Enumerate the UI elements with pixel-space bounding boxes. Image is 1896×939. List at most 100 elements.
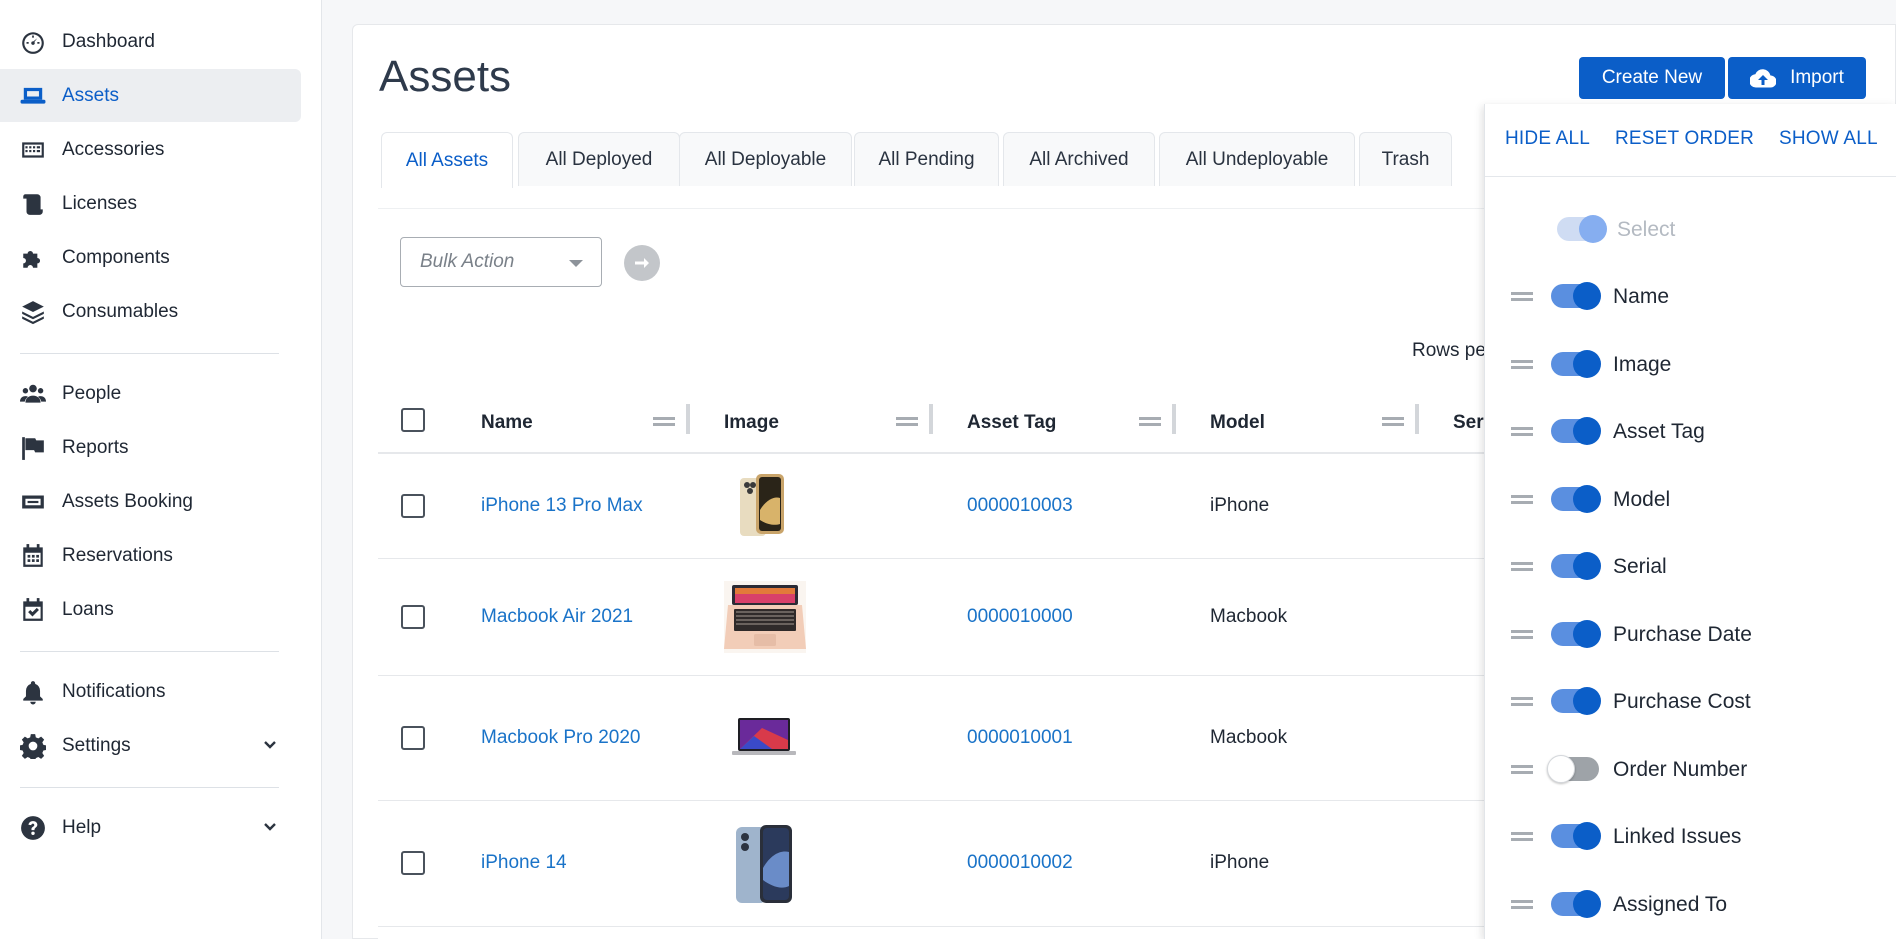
column-header-image[interactable]: Image: [724, 412, 779, 434]
column-toggle[interactable]: [1551, 890, 1601, 918]
hide-all-button[interactable]: HIDE ALL: [1505, 128, 1590, 150]
column-toggle[interactable]: [1551, 687, 1601, 715]
select-all-checkbox[interactable]: [401, 408, 425, 432]
column-toggle: [1557, 215, 1607, 243]
column-toggle[interactable]: [1551, 282, 1601, 310]
row-checkbox[interactable]: [401, 851, 425, 875]
column-drag-handle[interactable]: [1139, 412, 1163, 428]
column-header-serial[interactable]: Ser: [1453, 412, 1484, 434]
sidebar-item-label: Help: [62, 816, 102, 838]
tab-all-undeployable[interactable]: All Undeployable: [1159, 132, 1355, 186]
drag-handle-icon[interactable]: [1511, 899, 1533, 911]
asset-name-link[interactable]: Macbook Air 2021: [481, 606, 633, 628]
column-drag-handle[interactable]: [1382, 412, 1406, 428]
drag-handle-icon[interactable]: [1511, 426, 1533, 438]
rows-per-page-label: Rows pe: [1412, 340, 1486, 361]
column-toggle[interactable]: [1551, 552, 1601, 580]
sidebar-item-notifications[interactable]: Notifications: [0, 665, 301, 718]
iphone-14-thumbnail[interactable]: [734, 823, 796, 905]
column-option-label: Name: [1613, 285, 1670, 308]
layers-icon: [20, 299, 46, 325]
asset-tag-link[interactable]: 0000010000: [967, 606, 1073, 628]
bulk-go-button[interactable]: [624, 245, 660, 281]
asset-tag-link[interactable]: 0000010002: [967, 852, 1073, 874]
sidebar-item-reports[interactable]: Reports: [0, 421, 301, 474]
sidebar-item-people[interactable]: People: [0, 367, 301, 420]
column-option-serial: Serial: [1485, 547, 1896, 587]
drag-handle-icon[interactable]: [1511, 291, 1533, 303]
column-resizer[interactable]: [1172, 404, 1176, 434]
sidebar-item-reservations[interactable]: Reservations: [0, 529, 301, 582]
sidebar-item-label: Assets: [62, 84, 120, 106]
bulk-action-select[interactable]: Bulk Action: [400, 237, 602, 287]
column-toggle[interactable]: [1551, 350, 1601, 378]
puzzle-icon: [20, 245, 46, 271]
drag-handle-icon[interactable]: [1511, 561, 1533, 573]
column-header-model[interactable]: Model: [1210, 412, 1265, 434]
sidebar-item-loans[interactable]: Loans: [0, 583, 301, 636]
drag-handle-icon[interactable]: [1511, 831, 1533, 843]
column-resizer[interactable]: [929, 404, 933, 434]
sidebar-item-label: Settings: [62, 734, 131, 756]
iphone-13-pro-max-thumbnail[interactable]: [736, 472, 790, 538]
sidebar-item-dashboard[interactable]: Dashboard: [0, 15, 301, 68]
import-button[interactable]: Import: [1728, 57, 1866, 99]
chevron-down-icon: [261, 736, 279, 754]
show-all-button[interactable]: SHOW ALL: [1779, 128, 1878, 150]
column-resizer[interactable]: [686, 404, 690, 434]
sidebar-item-label: People: [62, 382, 122, 404]
macbook-air-thumbnail[interactable]: [724, 581, 806, 653]
drag-handle-icon[interactable]: [1511, 764, 1533, 776]
tab-all-pending[interactable]: All Pending: [854, 132, 999, 186]
column-resizer[interactable]: [1415, 404, 1419, 434]
column-toggle[interactable]: [1551, 620, 1601, 648]
sidebar-item-help[interactable]: Help: [0, 801, 301, 854]
macbook-pro-thumbnail[interactable]: [732, 718, 796, 758]
column-drag-handle[interactable]: [653, 412, 677, 428]
tab-all-assets[interactable]: All Assets: [381, 132, 513, 188]
row-checkbox[interactable]: [401, 494, 425, 518]
create-new-button[interactable]: Create New: [1579, 57, 1725, 99]
row-checkbox[interactable]: [401, 605, 425, 629]
column-header-name[interactable]: Name: [481, 412, 533, 434]
sidebar-item-label: Components: [62, 246, 170, 268]
column-toggle[interactable]: [1551, 822, 1601, 850]
tab-all-archived[interactable]: All Archived: [1003, 132, 1155, 186]
asset-tag-link[interactable]: 0000010001: [967, 727, 1073, 749]
column-option-label: Linked Issues: [1613, 825, 1742, 848]
asset-tag-link[interactable]: 0000010003: [967, 495, 1073, 517]
asset-name-link[interactable]: iPhone 13 Pro Max: [481, 495, 643, 517]
drag-handle-icon[interactable]: [1511, 629, 1533, 641]
sidebar-item-accessories[interactable]: Accessories: [0, 123, 301, 176]
column-toggle[interactable]: [1547, 755, 1599, 783]
column-option-label: Image: [1613, 353, 1672, 376]
sidebar-item-settings[interactable]: Settings: [0, 719, 301, 772]
column-toggle[interactable]: [1551, 485, 1601, 513]
column-option-select: Select: [1485, 210, 1896, 250]
sidebar-item-components[interactable]: Components: [0, 231, 301, 284]
booking-icon: [20, 489, 46, 515]
drag-handle-icon[interactable]: [1511, 494, 1533, 506]
table-row: Macbook Air 2021 0000010000 Macbook: [378, 559, 1498, 676]
column-option-purchase-date: Purchase Date: [1485, 615, 1896, 655]
sidebar-item-assets[interactable]: Assets: [0, 69, 301, 122]
tab-all-deployable[interactable]: All Deployable: [679, 132, 852, 186]
column-toggle[interactable]: [1551, 417, 1601, 445]
column-drag-handle[interactable]: [896, 412, 920, 428]
asset-name-link[interactable]: Macbook Pro 2020: [481, 727, 641, 749]
table-row: iPhone 13 Pro Max 0000010003 iPhone: [378, 455, 1498, 559]
reset-order-button[interactable]: RESET ORDER: [1615, 128, 1754, 150]
sidebar-item-label: Assets Booking: [62, 490, 193, 512]
asset-name-link[interactable]: iPhone 14: [481, 852, 567, 874]
tab-all-deployed[interactable]: All Deployed: [518, 132, 680, 186]
column-header-asset-tag[interactable]: Asset Tag: [967, 412, 1056, 434]
row-checkbox[interactable]: [401, 726, 425, 750]
sidebar-item-licenses[interactable]: Licenses: [0, 177, 301, 230]
sidebar-item-assets-booking[interactable]: Assets Booking: [0, 475, 301, 528]
chooser-divider: [1485, 176, 1896, 177]
drag-handle-icon[interactable]: [1511, 359, 1533, 371]
tab-trash[interactable]: Trash: [1359, 132, 1452, 186]
drag-handle-icon[interactable]: [1511, 696, 1533, 708]
sidebar-item-consumables[interactable]: Consumables: [0, 285, 301, 338]
column-option-name: Name: [1485, 277, 1896, 317]
